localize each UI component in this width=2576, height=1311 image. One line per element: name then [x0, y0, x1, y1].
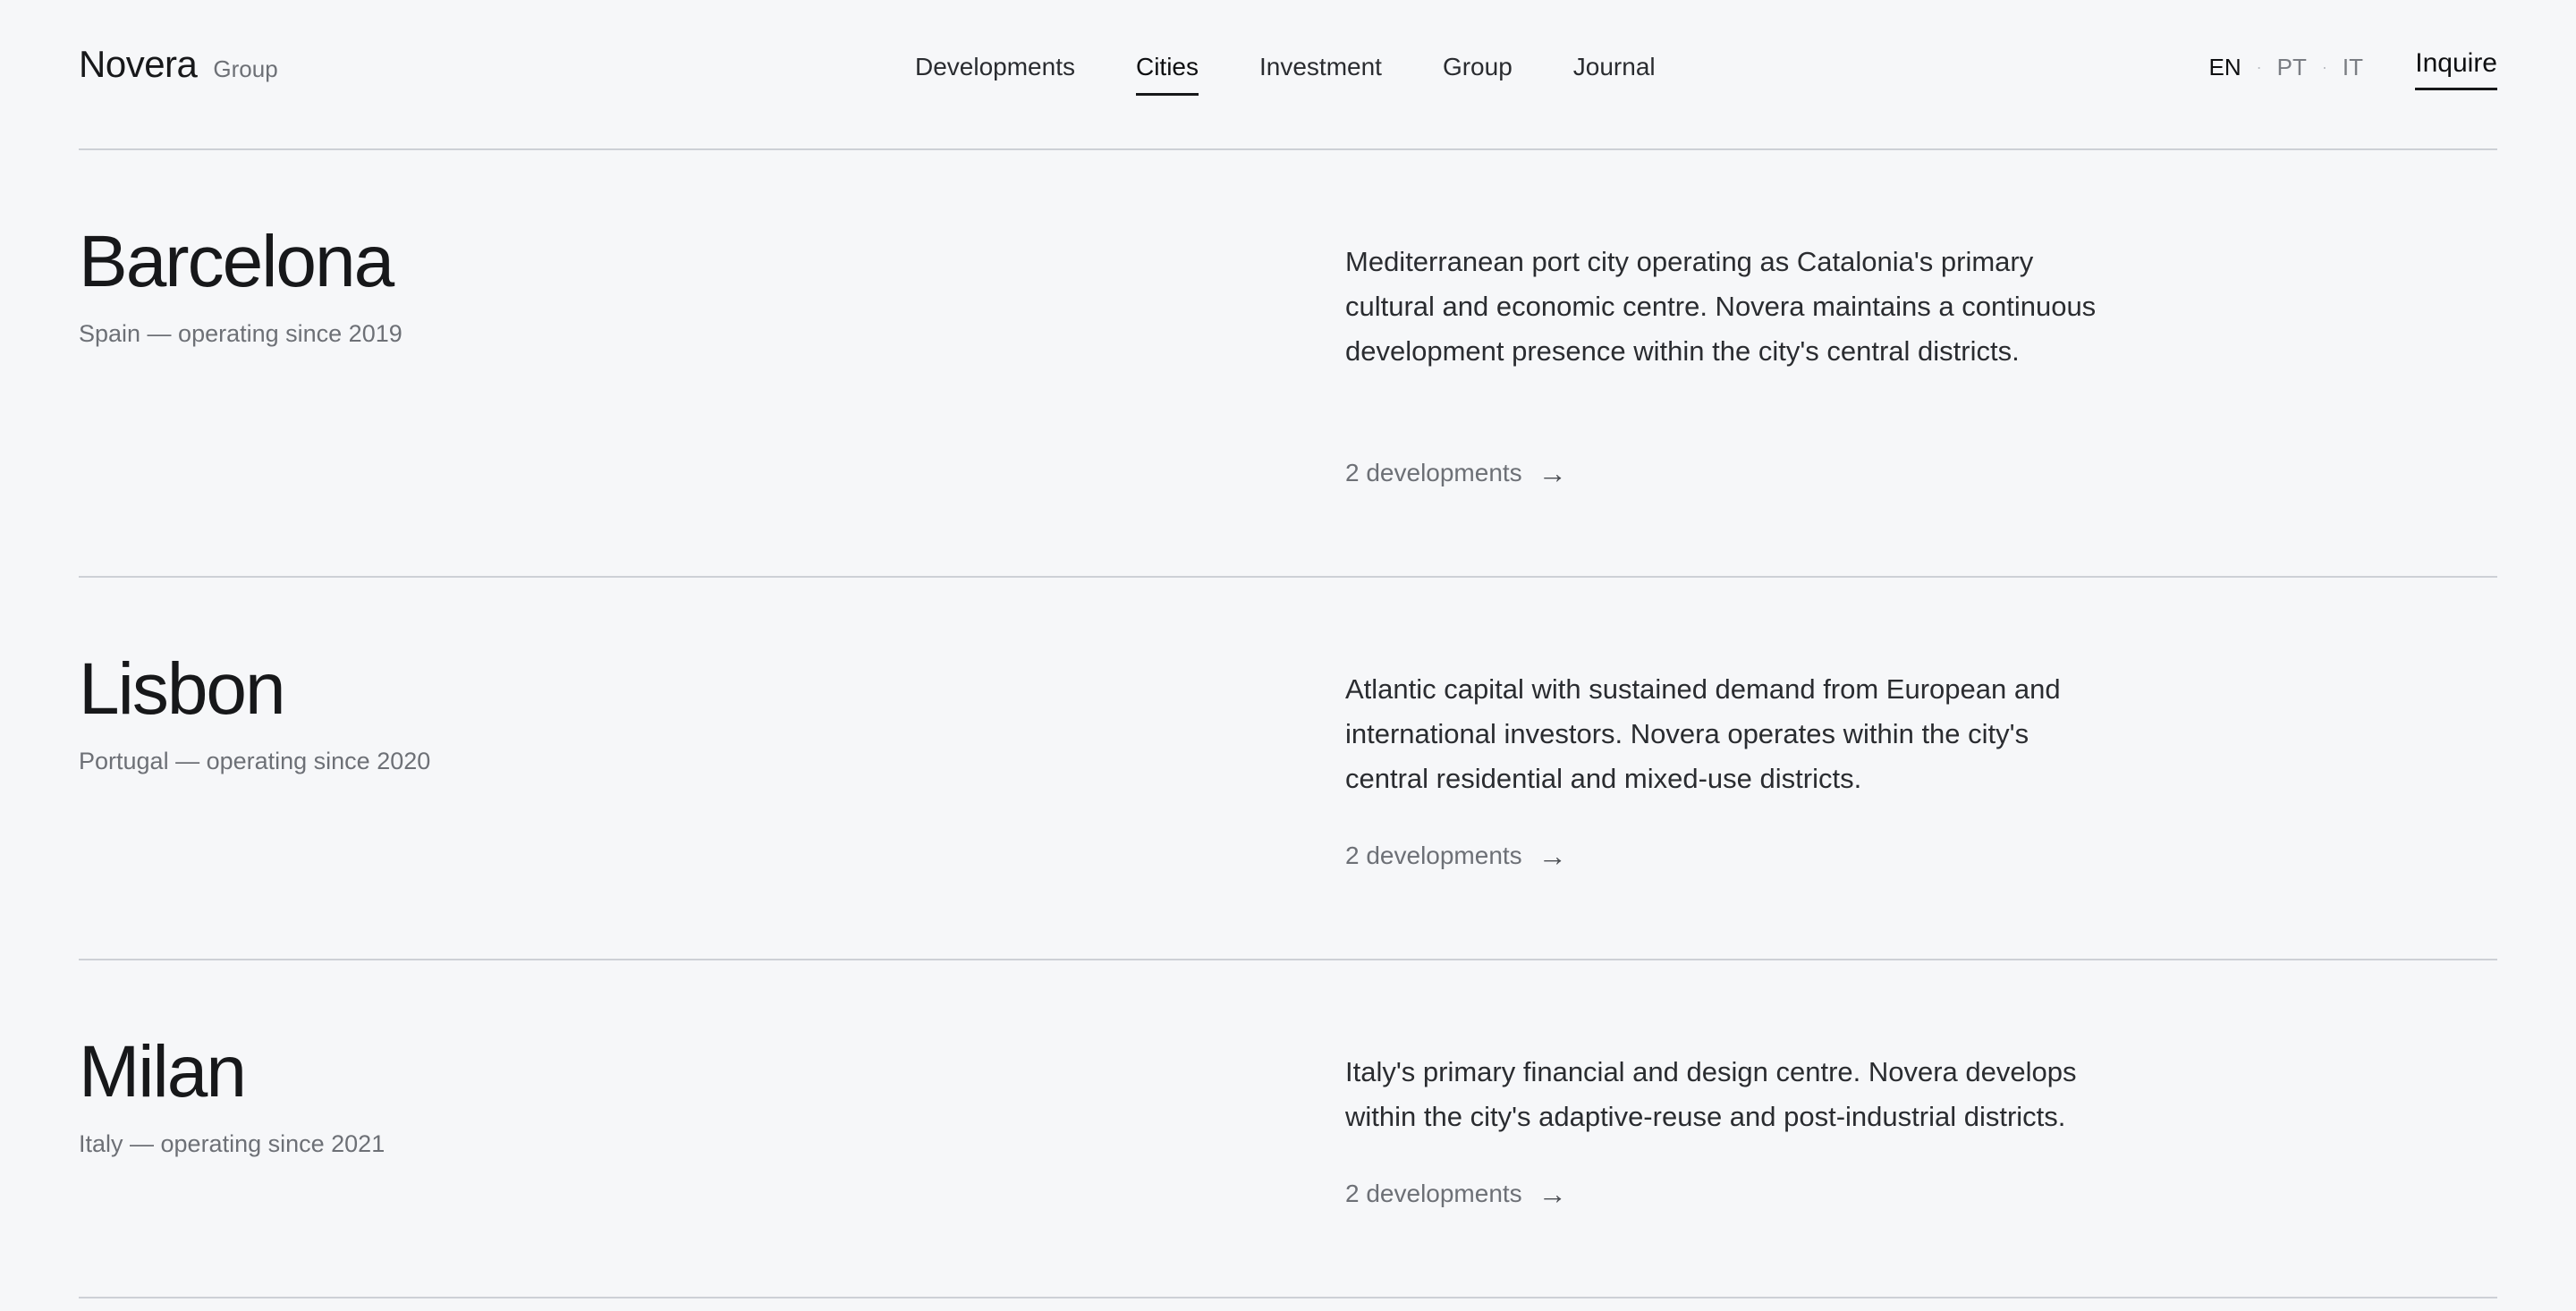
- city-developments-link[interactable]: 2 developments →: [1345, 458, 1567, 488]
- city-meta: Italy — operating since 2021: [79, 1130, 386, 1157]
- city-developments-label: 2 developments: [1345, 459, 1522, 486]
- city-section-lisbon: Lisbon Portugal — operating since 2020 A…: [79, 578, 2497, 960]
- city-section-milan: Milan Italy — operating since 2021 Italy…: [79, 960, 2497, 1298]
- language-it[interactable]: IT: [2343, 54, 2363, 80]
- city-meta: Portugal — operating since 2020: [79, 748, 431, 774]
- brand-name: Novera: [79, 43, 198, 85]
- nav-item-investment[interactable]: Investment: [1259, 52, 1382, 96]
- city-name: Lisbon: [79, 648, 286, 730]
- city-section-barcelona: Barcelona Spain — operating since 2019 M…: [79, 150, 2497, 578]
- nav-item-group[interactable]: Group: [1443, 52, 1513, 96]
- main-nav: Developments Cities Investment Group Jou…: [915, 52, 1716, 96]
- page: Novera Group Developments Cities Investm…: [0, 0, 2576, 1311]
- city-developments-label: 2 developments: [1345, 1180, 1522, 1207]
- city-description: Atlantic capital with sustained demand f…: [1345, 673, 2061, 794]
- arrow-right-icon: →: [1538, 840, 1567, 872]
- brand-logo[interactable]: Novera Group: [79, 43, 278, 86]
- city-name: Barcelona: [79, 221, 394, 302]
- arrow-right-icon: →: [1538, 1178, 1567, 1210]
- language-en[interactable]: EN: [2209, 54, 2241, 80]
- city-description: Italy's primary financial and design cen…: [1345, 1056, 2077, 1132]
- nav-item-journal[interactable]: Journal: [1573, 52, 1656, 96]
- arrow-right-icon: →: [1538, 457, 1567, 489]
- brand-subtitle: Group: [213, 55, 278, 82]
- city-meta: Spain — operating since 2019: [79, 320, 402, 347]
- city-developments-label: 2 developments: [1345, 842, 1522, 869]
- city-developments-link[interactable]: 2 developments →: [1345, 1179, 1567, 1209]
- city-description: Mediterranean port city operating as Cat…: [1345, 246, 2097, 367]
- city-name: Milan: [79, 1031, 247, 1112]
- language-switcher: EN · PT · IT: [2209, 54, 2363, 80]
- nav-item-cities[interactable]: Cities: [1135, 52, 1199, 96]
- language-separator: ·: [2321, 58, 2327, 76]
- language-pt[interactable]: PT: [2277, 54, 2307, 80]
- nav-item-developments[interactable]: Developments: [915, 52, 1075, 96]
- language-separator: ·: [2256, 58, 2262, 76]
- city-developments-link[interactable]: 2 developments →: [1345, 841, 1567, 871]
- site-header: Novera Group Developments Cities Investm…: [79, 0, 2497, 150]
- inquire-link[interactable]: Inquire: [2415, 48, 2497, 90]
